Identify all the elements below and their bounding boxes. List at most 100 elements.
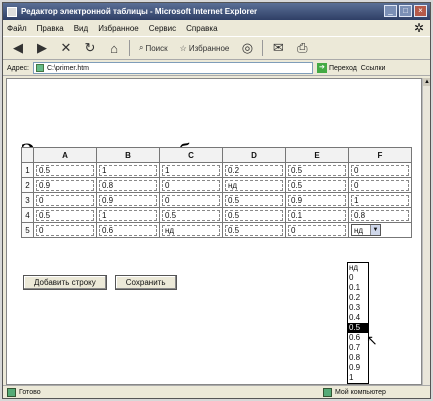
cell-select[interactable]: нд ▼ [351, 224, 381, 236]
close-button[interactable]: × [414, 5, 427, 17]
cell-input[interactable]: 0.8 [99, 179, 157, 191]
spreadsheet-table: A B C D E F 1 0.5 1 1 0.2 0.5 0 2 0.9 0.… [21, 147, 412, 238]
cell-input[interactable]: 0.5 [162, 209, 220, 221]
dropdown-option[interactable]: 0.7 [348, 343, 368, 353]
cell-input[interactable]: 0 [162, 179, 220, 191]
cell-select-value: нд [354, 225, 364, 235]
favorites-button[interactable]: ☆ Избранное [177, 39, 233, 57]
address-value: C:\primer.htm [46, 64, 89, 72]
cell-input[interactable]: 1 [99, 164, 157, 176]
ie-icon [7, 6, 17, 17]
column-header-d: D [222, 147, 286, 163]
status-bar: Готово Мой компьютер [3, 385, 430, 398]
dropdown-option[interactable]: 1 [348, 373, 368, 383]
mouse-pointer-icon: ↖ [366, 332, 378, 348]
menu-favorites[interactable]: Избранное [98, 24, 139, 33]
go-label: Переход [328, 64, 357, 72]
back-arrow-icon[interactable]: ◀ [9, 39, 27, 57]
column-header-a: A [33, 147, 97, 163]
cell-input[interactable]: 0.5 [36, 209, 94, 221]
cell-input[interactable]: 0.5 [288, 164, 346, 176]
menu-help[interactable]: Справка [186, 24, 217, 33]
dropdown-option[interactable]: 0 [348, 273, 368, 283]
page-done-icon [7, 388, 16, 397]
page-icon [35, 64, 44, 72]
cell-input[interactable]: 0.5 [36, 164, 94, 176]
cell-input[interactable]: нд [162, 224, 220, 236]
toolbar-separator-2 [262, 40, 264, 56]
row-number: 1 [21, 162, 34, 178]
home-icon[interactable]: ⌂ [105, 39, 123, 57]
menu-view[interactable]: Вид [74, 24, 88, 33]
forward-arrow-icon[interactable]: ▶ [33, 39, 51, 57]
dropdown-option[interactable]: нд [348, 263, 368, 273]
cell-input[interactable]: 0 [351, 164, 409, 176]
dropdown-option[interactable]: 0.9 [348, 363, 368, 373]
star-icon: ☆ [179, 43, 187, 53]
menu-bar: Файл Правка Вид Избранное Сервис Справка… [3, 21, 430, 35]
table-row: 1 0.5 1 1 0.2 0.5 0 [21, 162, 412, 178]
dropdown-option[interactable]: 0.6 [348, 333, 368, 343]
go-button[interactable]: ➔ Переход [316, 63, 357, 73]
search-icon: ⌕ [139, 43, 144, 52]
column-header-b: B [96, 147, 160, 163]
dropdown-option[interactable]: 0.3 [348, 303, 368, 313]
dropdown-option[interactable]: 0.4 [348, 313, 368, 323]
menu-edit[interactable]: Правка [37, 24, 64, 33]
media-icon[interactable]: ◎ [238, 39, 256, 57]
vertical-scrollbar[interactable]: ▲ [422, 78, 430, 385]
dropdown-option-highlighted[interactable]: 0.5 [348, 323, 368, 333]
cell-input[interactable]: 0.5 [288, 179, 346, 191]
save-button[interactable]: Сохранить [114, 275, 177, 290]
search-label: Поиск [145, 43, 168, 53]
cell-input[interactable]: 0 [162, 194, 220, 206]
cell-input[interactable]: нд [225, 179, 283, 191]
cell-input[interactable]: 1 [99, 209, 157, 221]
cell-input[interactable]: 0.9 [288, 194, 346, 206]
cell-input[interactable]: 0.2 [225, 164, 283, 176]
cell-input[interactable]: 0.1 [288, 209, 346, 221]
menu-file[interactable]: Файл [7, 24, 27, 33]
dropdown-list: нд 0 0.1 0.2 0.3 0.4 0.5 0.6 0.7 0.8 0.9… [347, 262, 369, 384]
column-header-e: E [285, 147, 349, 163]
action-buttons: Добавить строку Сохранить [23, 275, 177, 290]
maximize-button[interactable]: □ [399, 5, 412, 17]
refresh-icon[interactable]: ↻ [81, 39, 99, 57]
dropdown-option[interactable]: 0.2 [348, 293, 368, 303]
row-number: 5 [21, 222, 34, 238]
table-row: 2 0.9 0.8 0 нд 0.5 0 [21, 177, 412, 193]
cell-input[interactable]: 0 [36, 194, 94, 206]
search-button[interactable]: ⌕ Поиск [136, 39, 171, 57]
minimize-button[interactable]: _ [384, 5, 397, 17]
cell-input[interactable]: 1 [351, 194, 409, 206]
windows-logo-icon: ✲ [413, 21, 424, 35]
scroll-up-icon[interactable]: ▲ [423, 78, 430, 86]
cell-input[interactable]: 0.9 [36, 179, 94, 191]
stop-icon[interactable]: ✕ [57, 39, 75, 57]
cell-input[interactable]: 0 [288, 224, 346, 236]
table-row: 5 0 0.6 нд 0.5 0 нд ▼ [21, 222, 412, 238]
cell-input[interactable]: 0 [36, 224, 94, 236]
cell-input[interactable]: 0.6 [99, 224, 157, 236]
dropdown-option[interactable]: 0.8 [348, 353, 368, 363]
address-input[interactable]: C:\primer.htm [32, 62, 313, 74]
cell-input[interactable]: 0.5 [225, 209, 283, 221]
cell-input[interactable]: 0 [351, 179, 409, 191]
cell-input[interactable]: 0.5 [225, 224, 283, 236]
favorites-label: Избранное [188, 43, 230, 53]
cell-input[interactable]: 0.5 [225, 194, 283, 206]
add-row-button[interactable]: Добавить строку [23, 275, 107, 290]
mail-icon[interactable]: ✉ [269, 39, 287, 57]
window-title: Редактор электронной таблицы - Microsoft… [21, 7, 258, 16]
address-bar: Адрес: C:\primer.htm ➔ Переход Ссылки [3, 61, 430, 76]
toolbar-separator [129, 40, 130, 56]
cell-input[interactable]: 1 [162, 164, 220, 176]
print-icon[interactable]: ⎙ [293, 39, 311, 57]
table-row: 3 0 0.9 0 0.5 0.9 1 [21, 192, 412, 208]
cell-input[interactable]: 0.8 [351, 209, 409, 221]
links-label[interactable]: Ссылки [361, 65, 386, 72]
chevron-down-icon[interactable]: ▼ [370, 225, 380, 235]
menu-tools[interactable]: Сервис [149, 24, 176, 33]
cell-input[interactable]: 0.9 [99, 194, 157, 206]
dropdown-option[interactable]: 0.1 [348, 283, 368, 293]
